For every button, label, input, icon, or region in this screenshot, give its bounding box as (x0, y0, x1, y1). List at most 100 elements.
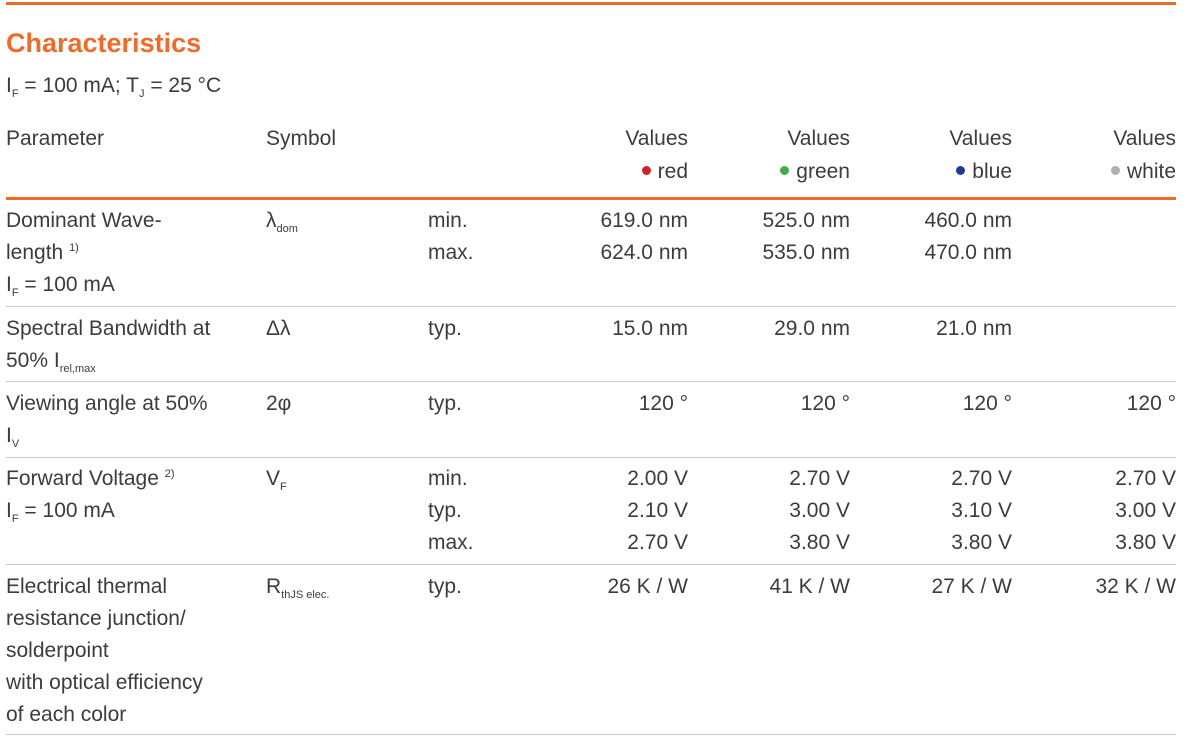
param-line: with optical efficiency (6, 671, 203, 694)
color-label-blue: blue (972, 160, 1012, 183)
limit-label: min. (428, 209, 468, 232)
value-cell: 2.70 V (1115, 467, 1176, 490)
limit-label: min. (428, 467, 468, 490)
param-thermal-resistance: Electrical thermal resistance junction/so… (6, 571, 203, 731)
value-green: 2.70 V 3.00 V 3.80 V (722, 463, 850, 559)
header-values-blue: Values (949, 127, 1012, 150)
value-white: 32 K / W (1095, 575, 1176, 598)
header-color-white: white (1046, 156, 1176, 188)
value-cell: 3.10 V (951, 499, 1012, 522)
symbol-main: R (266, 575, 282, 598)
value-cell: 3.00 V (789, 499, 850, 522)
red-dot-icon (641, 166, 651, 175)
limit-label: max. (428, 241, 474, 264)
row-divider (6, 306, 1176, 307)
symbol-sub: thJS elec. (281, 589, 330, 601)
param-line: = 100 mA (18, 499, 115, 522)
value-red: 2.00 V 2.10 V 2.70 V (560, 463, 688, 559)
value-cell: 3.80 V (1115, 531, 1176, 554)
footnote-ref: 2) (164, 468, 175, 480)
limits-forward-voltage: min. typ. max. (428, 463, 474, 559)
row-divider (6, 381, 1176, 382)
cond-current-sub: F (11, 88, 19, 100)
param-sub: V (11, 438, 20, 450)
cond-mid-text: = 100 mA; T (18, 74, 139, 97)
footnote-ref: 1) (69, 242, 79, 254)
param-line: of each color (6, 703, 127, 726)
color-label-green: green (796, 160, 850, 183)
value-blue: 460.0 nm 470.0 nm (884, 205, 1012, 269)
value-white: 120 ° (1126, 392, 1176, 415)
white-dot-icon (1110, 166, 1120, 175)
value-green: 41 K / W (769, 575, 850, 598)
value-cell: 3.80 V (789, 531, 850, 554)
row-divider (6, 564, 1176, 565)
param-line: Forward Voltage (6, 467, 159, 490)
value-green: 120 ° (800, 392, 850, 415)
blue-dot-icon (956, 166, 966, 175)
symbol-main: V (266, 467, 281, 490)
limits-dominant-wavelength: min. max. (428, 205, 474, 269)
value-cell: 460.0 nm (924, 209, 1012, 232)
param-sub: rel,max (59, 363, 96, 375)
color-label-red: red (657, 160, 688, 183)
param-line: solderpoint (6, 639, 109, 662)
value-blue: 2.70 V 3.10 V 3.80 V (884, 463, 1012, 559)
test-conditions: IF = 100 mA; TJ = 25 °C (6, 74, 221, 100)
value-green: 29.0 nm (774, 317, 850, 340)
header-color-red: red (560, 156, 688, 188)
param-line: 50% I (6, 349, 60, 372)
value-cell: 2.70 V (627, 531, 688, 554)
param-line: Viewing angle at 50% (6, 392, 208, 415)
symbol-sub: F (280, 481, 287, 493)
header-color-blue: blue (884, 156, 1012, 188)
value-cell: 2.70 V (951, 467, 1012, 490)
value-cell: 619.0 nm (600, 209, 688, 232)
symbol-forward-voltage: VF (266, 463, 287, 495)
header-values-red: Values (625, 127, 688, 150)
color-label-white: white (1126, 160, 1176, 183)
row-divider (6, 457, 1176, 458)
param-line: Spectral Bandwidth at (6, 317, 211, 340)
section-title: Characteristics (6, 28, 202, 58)
symbol-sub: dom (276, 223, 298, 235)
value-cell: 3.80 V (951, 531, 1012, 554)
header-symbol: Symbol (266, 127, 337, 150)
param-viewing-angle: Viewing angle at 50% IV (6, 388, 208, 452)
symbol-thermal-resistance: RthJS elec. (266, 571, 329, 603)
value-red: 619.0 nm 624.0 nm (560, 205, 688, 269)
param-sub: F (11, 513, 19, 525)
value-cell: 624.0 nm (600, 241, 688, 264)
value-blue: 120 ° (962, 392, 1012, 415)
header-values-green: Values (787, 127, 850, 150)
param-line: = 100 mA (18, 273, 115, 296)
value-cell: 2.70 V (789, 467, 850, 490)
value-cell: 535.0 nm (762, 241, 850, 264)
symbol-spectral-bandwidth: Δλ (266, 317, 291, 340)
top-rule (6, 2, 1176, 5)
value-red: 120 ° (638, 392, 688, 415)
symbol-viewing-angle: 2φ (266, 392, 292, 415)
limit-label: typ. (428, 317, 462, 340)
green-dot-icon (780, 166, 790, 175)
param-forward-voltage: Forward Voltage 2) IF = 100 mA (6, 463, 175, 527)
value-cell: 2.00 V (627, 467, 688, 490)
param-line: resistance junction/ (6, 607, 186, 630)
param-sub: F (11, 287, 19, 299)
param-line: Electrical thermal (6, 575, 168, 598)
limit-label: typ. (428, 499, 462, 522)
param-line: length (6, 241, 64, 264)
value-blue: 21.0 nm (936, 317, 1012, 340)
value-cell: 525.0 nm (762, 209, 850, 232)
header-parameter: Parameter (6, 127, 105, 150)
value-cell: 3.00 V (1115, 499, 1176, 522)
header-values-white: Values (1113, 127, 1176, 150)
param-spectral-bandwidth: Spectral Bandwidth at 50% Irel,max (6, 313, 210, 377)
symbol-dominant-wavelength: λdom (266, 205, 298, 237)
param-line: Dominant Wave- (6, 209, 162, 232)
row-divider (6, 734, 1176, 735)
limit-label: typ. (428, 392, 462, 415)
header-divider (6, 197, 1176, 200)
param-dominant-wavelength: Dominant Wave-length 1) IF = 100 mA (6, 205, 162, 301)
value-cell: 2.10 V (627, 499, 688, 522)
